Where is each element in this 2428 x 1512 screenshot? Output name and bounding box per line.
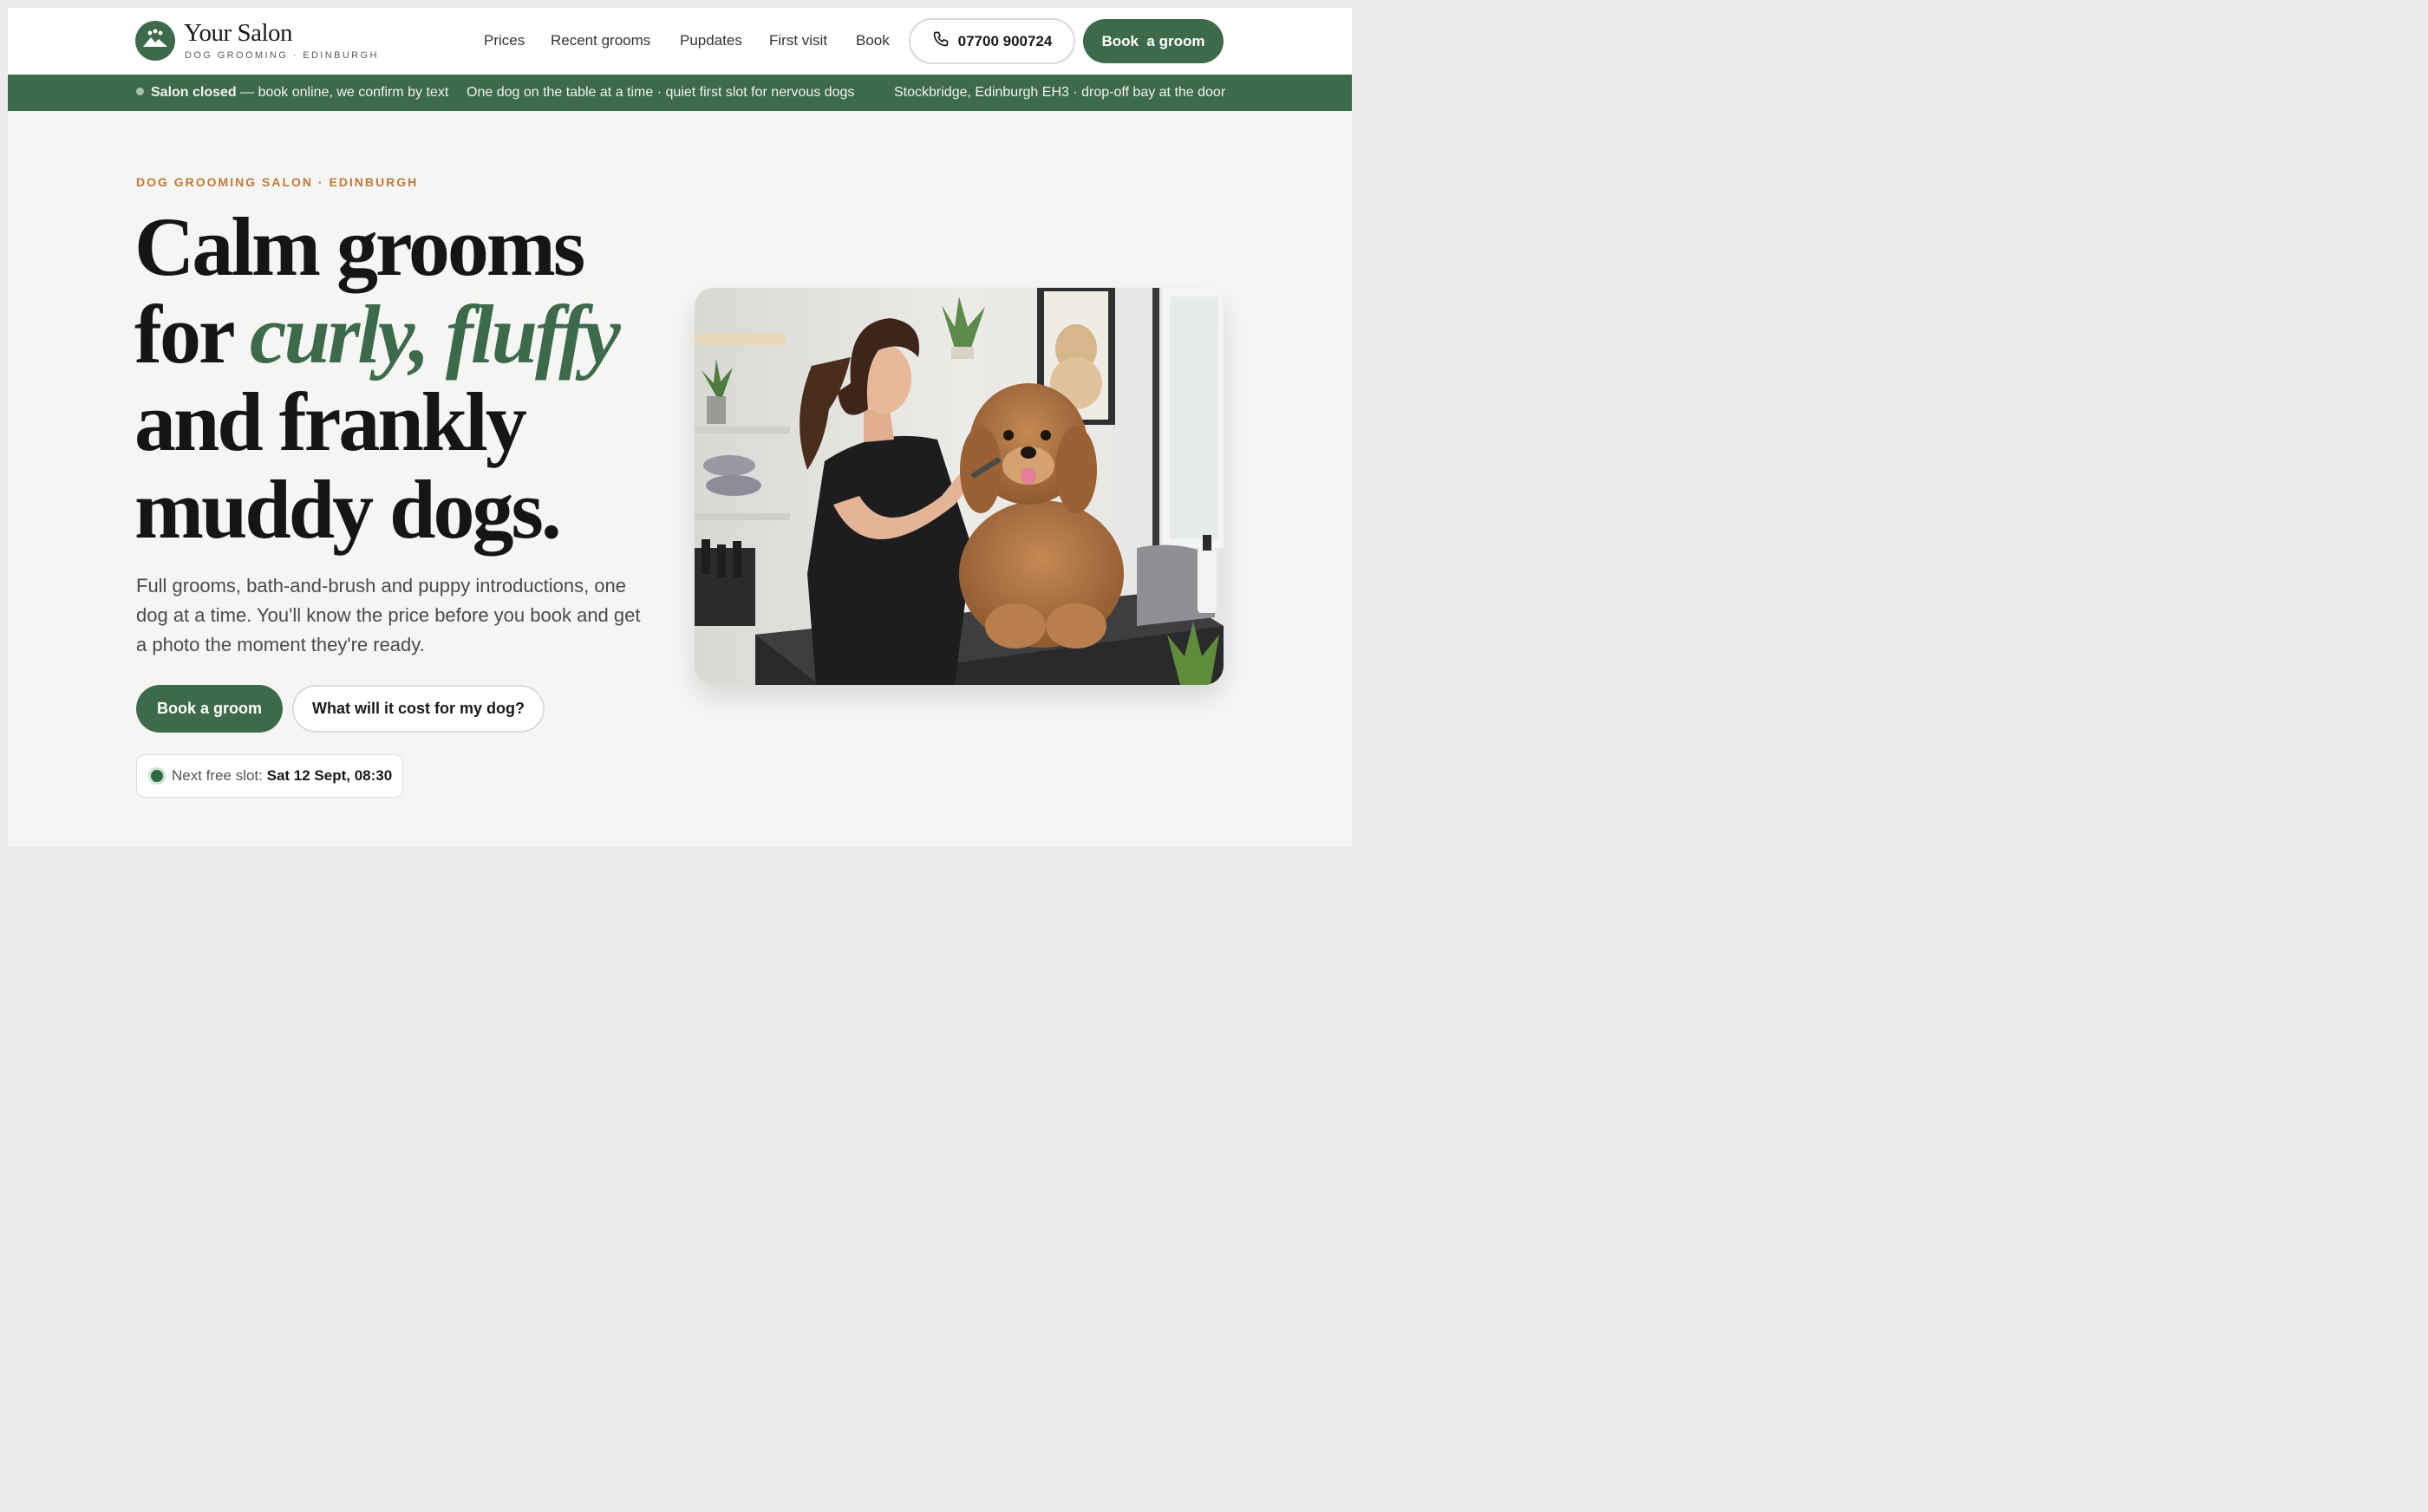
status-dot-icon bbox=[136, 88, 144, 95]
page: Your Salon DOG GROOMING · EDINBURGH Pric… bbox=[8, 8, 1352, 847]
nav-book[interactable]: Book bbox=[856, 32, 890, 49]
headline-line-1: Calm grooms bbox=[134, 200, 585, 293]
site-header: Your Salon DOG GROOMING · EDINBURGH Pric… bbox=[8, 8, 1352, 75]
slot-value: Sat 12 Sept, 08:30 bbox=[266, 767, 393, 784]
headline-accent: curly, fluffy bbox=[249, 288, 621, 381]
slot-label: Next free slot: bbox=[172, 767, 267, 784]
headline-line-2: for curly, fluffy bbox=[134, 290, 672, 378]
headline-line-4: muddy dogs. bbox=[134, 463, 562, 556]
headline-line-2-plain: for bbox=[134, 288, 250, 381]
hero-eyebrow: DOG GROOMING SALON · EDINBURGH bbox=[136, 175, 419, 189]
salon-status: Salon closed — book online, we confirm b… bbox=[136, 85, 448, 101]
nav-prices[interactable]: Prices bbox=[484, 32, 525, 49]
banner-middle: One dog on the table at a time · quiet f… bbox=[467, 85, 855, 100]
book-groom-header-button[interactable]: Book a groom bbox=[1083, 19, 1224, 63]
banner-location: Stockbridge, Edinburgh EH3 · drop-off ba… bbox=[894, 85, 1226, 100]
hero-headline: Calm grooms for curly, fluffy and frankl… bbox=[134, 203, 672, 553]
logo-name[interactable]: Your Salon bbox=[184, 19, 293, 48]
phone-number: 07700 900724 bbox=[957, 32, 1053, 49]
nav-first-visit[interactable]: First visit bbox=[769, 32, 827, 49]
nav-pupdates[interactable]: Pupdates bbox=[680, 32, 742, 49]
book-groom-button[interactable]: Book a groom bbox=[136, 685, 283, 733]
status-bold: Salon closed bbox=[151, 85, 237, 100]
status-banner: Salon closed — book online, we confirm b… bbox=[8, 75, 1352, 111]
next-slot-badge[interactable]: Next free slot: Sat 12 Sept, 08:30 bbox=[136, 754, 403, 798]
live-dot-icon bbox=[151, 770, 163, 782]
nav-recent-grooms[interactable]: Recent grooms bbox=[551, 32, 650, 49]
cost-estimate-button[interactable]: What will it cost for my dog? bbox=[292, 685, 545, 733]
hero-photo bbox=[695, 288, 1224, 685]
logo-subtitle: DOG GROOMING · EDINBURGH bbox=[185, 50, 379, 61]
phone-icon bbox=[932, 30, 950, 52]
slot-text: Next free slot: Sat 12 Sept, 08:30 bbox=[172, 767, 392, 785]
logo-mountain-icon[interactable] bbox=[135, 21, 175, 61]
phone-button[interactable]: 07700 900724 bbox=[909, 18, 1075, 64]
hero-lede: Full grooms, bath-and-brush and puppy in… bbox=[136, 575, 641, 655]
headline-line-3: and frankly bbox=[134, 375, 527, 468]
status-rest: — book online, we confirm by text bbox=[236, 85, 449, 100]
groomer-with-dog-illustration bbox=[695, 288, 1224, 685]
